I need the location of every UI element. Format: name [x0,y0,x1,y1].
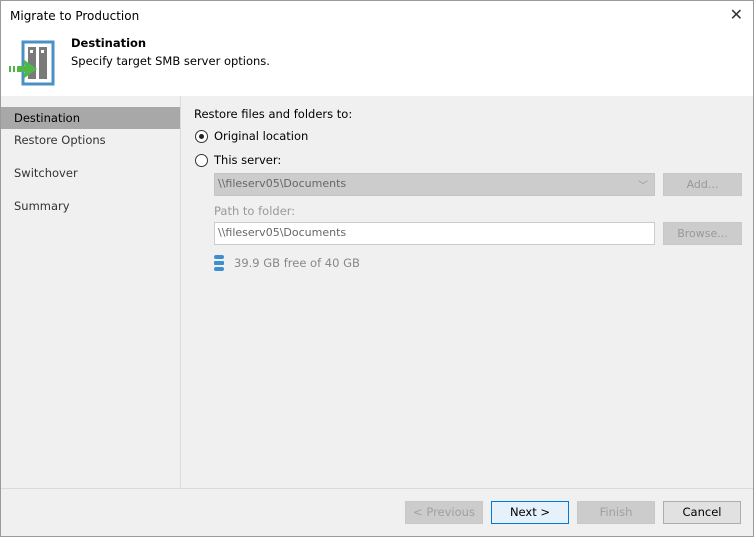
database-icon [214,255,224,271]
wizard-footer: < Previous Next > Finish Cancel [1,488,753,536]
step-destination[interactable]: Destination [1,107,180,129]
chevron-down-icon: ﹀ [638,181,648,192]
destination-panel: Restore files and folders to: Original l… [182,96,753,488]
finish-button[interactable]: Finish [577,501,655,524]
browse-button[interactable]: Browse... [663,222,742,245]
step-title: Destination [71,36,147,50]
this-server-radio[interactable]: This server: [195,153,281,167]
cancel-button[interactable]: Cancel [663,501,741,524]
next-button[interactable]: Next > [491,501,569,524]
previous-button[interactable]: < Previous [405,501,483,524]
add-button[interactable]: Add... [663,173,742,196]
wizard-window: Migrate to Production ✕ Destination Spec… [0,0,754,537]
radio-unchecked-icon [195,153,208,167]
free-space-text: 39.9 GB free of 40 GB [234,256,360,270]
wizard-steps: Destination Restore Options Switchover S… [1,96,181,488]
wizard-header: Destination Specify target SMB server op… [1,31,753,96]
server-select-value: \\fileserv05\Documents [218,177,347,190]
close-icon[interactable]: ✕ [730,5,743,24]
restore-label: Restore files and folders to: [194,107,353,121]
path-label: Path to folder: [214,204,296,218]
path-input[interactable]: \\fileserv05\Documents [214,222,655,245]
server-select[interactable]: \\fileserv05\Documents ﹀ [214,173,655,196]
migrate-server-icon [9,40,55,86]
step-summary[interactable]: Summary [1,195,180,228]
original-location-radio[interactable]: Original location [195,129,308,143]
free-space-info: 39.9 GB free of 40 GB [214,255,360,271]
step-subtitle: Specify target SMB server options. [71,54,270,68]
radio-label: Original location [214,129,309,143]
window-title: Migrate to Production [10,9,140,23]
title-bar: Migrate to Production ✕ [1,1,753,31]
step-restore-options[interactable]: Restore Options [1,129,180,162]
radio-checked-icon [195,129,208,143]
step-switchover[interactable]: Switchover [1,162,180,195]
radio-label: This server: [214,153,282,167]
